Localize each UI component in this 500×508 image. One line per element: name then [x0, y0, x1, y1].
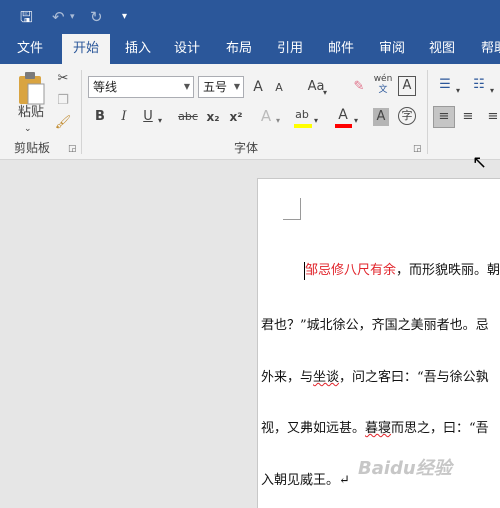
- chevron-down-icon[interactable]: ▾: [70, 7, 75, 27]
- doc-line-4-text-b: 而思之，曰：“吾: [391, 421, 489, 436]
- strikethrough-button[interactable]: abc: [176, 108, 200, 126]
- chevron-down-icon[interactable]: ▾: [158, 112, 162, 130]
- phonetic-guide-label: wén: [373, 74, 393, 84]
- tab-design[interactable]: 设计: [163, 34, 211, 64]
- format-painter-icon[interactable]: 🖌: [54, 114, 72, 132]
- enclose-characters-button[interactable]: 字: [398, 107, 416, 125]
- tab-layout[interactable]: 布局: [215, 34, 263, 64]
- redo-icon[interactable]: ↻: [90, 7, 103, 27]
- phonetic-guide-icon: 文: [378, 85, 388, 95]
- align-center-icon[interactable]: ≡: [459, 108, 477, 126]
- tab-mailings[interactable]: 邮件: [317, 34, 365, 64]
- ribbon-tabs: 文件 开始 插入 设计 布局 引用 邮件 审阅 视图 帮助: [0, 34, 500, 64]
- highlight-label: ab: [295, 108, 309, 121]
- tab-file[interactable]: 文件: [6, 34, 54, 64]
- doc-line-1-text: ，而形貌昳丽。朝: [396, 263, 500, 278]
- bold-button[interactable]: B: [92, 108, 108, 126]
- copy-icon[interactable]: ❐: [54, 92, 72, 110]
- font-color-swatch: [335, 124, 352, 128]
- undo-icon[interactable]: ↶: [52, 7, 65, 27]
- tab-insert[interactable]: 插入: [114, 34, 162, 64]
- quick-access-toolbar: 🖫 ↶ ▾ ↻ ▾: [0, 0, 500, 34]
- font-group-label: 字体: [234, 141, 259, 155]
- font-size-select[interactable]: 五号 ▼: [198, 76, 244, 98]
- phonetic-guide-button[interactable]: wén 文: [373, 74, 393, 96]
- cut-icon[interactable]: ✂: [54, 70, 72, 88]
- group-divider: [81, 70, 82, 154]
- chevron-down-icon[interactable]: ▾: [276, 112, 280, 130]
- margin-corner-mark: [283, 198, 301, 220]
- shrink-font-button[interactable]: A: [272, 79, 286, 97]
- font-name-select[interactable]: 等线 ▼: [88, 76, 194, 98]
- customize-qat-icon[interactable]: ▾: [122, 7, 127, 27]
- doc-line-5[interactable]: 入朝见威王。↵: [261, 472, 350, 490]
- ribbon: 粘贴 ⌄ ✂ ❐ 🖌 剪贴板 ◲ 等线 ▼ 五号 ▼ A A Aa ▾ ✎ wé…: [0, 64, 500, 160]
- doc-line-4[interactable]: 视，又弗如远甚。暮寝而思之，曰：“吾: [261, 420, 489, 438]
- highlight-color-swatch: [294, 124, 312, 128]
- doc-line-2[interactable]: 君也？”城北徐公，齐国之美丽者也。忌: [261, 317, 489, 335]
- italic-button[interactable]: I: [116, 108, 132, 126]
- chevron-down-icon[interactable]: ▾: [323, 84, 327, 102]
- bullets-icon[interactable]: ☰: [436, 76, 454, 94]
- chevron-down-icon: ▼: [183, 82, 190, 91]
- highlight-button[interactable]: ab: [292, 106, 312, 124]
- group-divider: [427, 70, 428, 154]
- tab-review[interactable]: 审阅: [368, 34, 416, 64]
- clear-formatting-icon[interactable]: ✎: [349, 78, 369, 96]
- font-launcher-icon[interactable]: ◲: [413, 144, 422, 154]
- font-color-button[interactable]: A: [334, 106, 352, 124]
- align-left-icon[interactable]: ≡: [433, 106, 455, 128]
- doc-line-3-text-a: 外来，与: [261, 370, 314, 385]
- font-name-value: 等线: [93, 80, 118, 94]
- character-shading-button[interactable]: A: [373, 108, 389, 126]
- chevron-down-icon[interactable]: ▾: [456, 82, 460, 100]
- subscript-button[interactable]: x₂: [204, 108, 222, 126]
- paste-icon[interactable]: [16, 70, 46, 106]
- spelling-squiggle: 坐谈: [313, 370, 340, 385]
- spelling-squiggle: 暮寝: [365, 421, 392, 436]
- doc-line-3-text-b: ，问之客曰：“吾与徐公孰: [339, 370, 489, 385]
- chevron-down-icon[interactable]: ⌄: [24, 120, 32, 138]
- chevron-down-icon[interactable]: ▾: [490, 82, 494, 100]
- tab-help[interactable]: 帮助: [470, 34, 500, 64]
- font-size-value: 五号: [203, 80, 228, 94]
- underline-button[interactable]: U: [140, 108, 156, 126]
- chevron-down-icon[interactable]: ▾: [314, 112, 318, 130]
- tab-references[interactable]: 引用: [266, 34, 314, 64]
- tab-home[interactable]: 开始: [62, 34, 110, 64]
- save-icon[interactable]: 🖫: [20, 7, 33, 27]
- chevron-down-icon[interactable]: ▾: [354, 112, 358, 130]
- align-right-icon[interactable]: ≡: [484, 108, 500, 126]
- tab-view[interactable]: 视图: [418, 34, 466, 64]
- chevron-down-icon: ▼: [233, 82, 240, 91]
- text-effects-button[interactable]: A: [258, 107, 274, 125]
- superscript-button[interactable]: x²: [227, 108, 245, 126]
- doc-line-1-red-text: 邹忌修八尺有余: [305, 263, 397, 278]
- clipboard-launcher-icon[interactable]: ◲: [68, 144, 77, 154]
- doc-line-1[interactable]: 邹忌修八尺有余，而形貌昳丽。朝: [305, 262, 500, 280]
- clipboard-group-label: 剪贴板: [14, 141, 51, 155]
- doc-line-3[interactable]: 外来，与坐谈，问之客曰：“吾与徐公孰: [261, 369, 489, 387]
- character-border-button[interactable]: A: [398, 76, 416, 96]
- grow-font-button[interactable]: A: [250, 78, 266, 96]
- baidu-watermark: Baidu经验: [358, 458, 452, 479]
- numbering-icon[interactable]: ☷: [470, 76, 488, 94]
- doc-line-4-text-a: 视，又弗如远甚。: [261, 421, 366, 436]
- mouse-pointer-icon: ↖: [472, 152, 488, 173]
